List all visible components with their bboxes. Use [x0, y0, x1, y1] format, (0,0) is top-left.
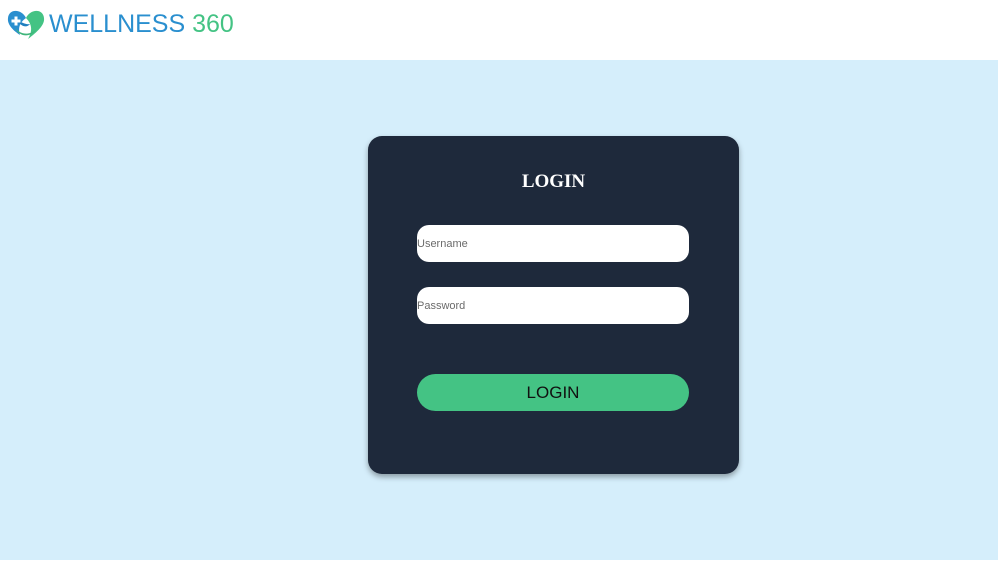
brand-logo[interactable]: WELLNESS 360 [6, 6, 234, 42]
top-header: WELLNESS 360 [0, 0, 998, 60]
login-title: LOGIN [521, 171, 586, 192]
brand-number: 360 [192, 10, 234, 38]
username-input[interactable] [417, 225, 689, 262]
heart-hands-icon [7, 10, 45, 39]
main-area: LOGIN LOGIN [0, 60, 998, 560]
brand-name: WELLNESS 360 [49, 6, 234, 42]
password-input[interactable] [417, 287, 689, 324]
login-button[interactable]: LOGIN [417, 374, 689, 411]
login-card: LOGIN LOGIN [368, 136, 739, 474]
brand-word: WELLNESS [49, 10, 186, 38]
